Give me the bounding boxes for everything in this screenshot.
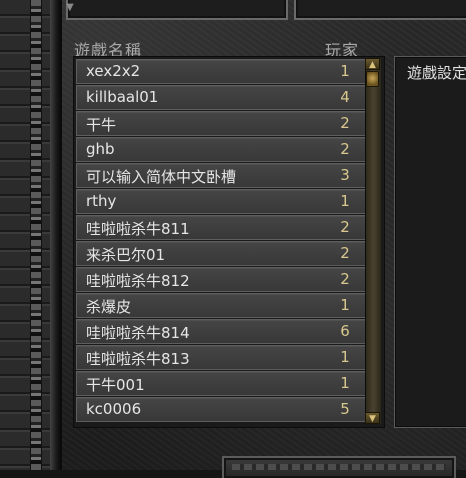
game-name: xex2x2 [86,62,141,80]
top-right-frame [294,0,466,20]
left-chain-decoration [30,0,42,470]
game-row[interactable]: kc0006 5 [76,397,366,422]
player-count: 6 [340,322,350,340]
game-settings-panel: 遊戲設定 [394,56,466,428]
game-row[interactable]: 杀爆皮 1 [76,293,366,318]
player-count: 1 [340,62,350,80]
game-row[interactable]: 哇啦啦杀牛812 2 [76,267,366,292]
player-count: 2 [340,140,350,158]
player-count: 2 [340,270,350,288]
game-name: 干牛 [86,116,117,134]
game-name: 可以输入简体中文卧槽 [86,168,237,186]
player-count: 1 [340,296,350,314]
player-count: 1 [340,192,350,210]
game-name: 哇啦啦杀牛812 [86,272,190,290]
game-row[interactable]: 可以输入简体中文卧槽 3 [76,163,366,188]
scrollbar-track[interactable] [365,58,381,424]
game-name: 干牛001 [86,376,145,394]
top-input-frame[interactable] [66,0,288,20]
player-count: 1 [340,348,350,366]
player-count: 2 [340,244,350,262]
settings-panel-title: 遊戲設定 [407,64,466,82]
scroll-down-arrow-icon[interactable]: ▼ [365,412,380,424]
game-row[interactable]: 干牛001 1 [76,371,366,396]
game-row[interactable]: 哇啦啦杀牛813 1 [76,345,366,370]
player-count: 4 [340,88,350,106]
game-row[interactable]: 来杀巴尔01 2 [76,241,366,266]
game-row[interactable]: rthy 1 [76,189,366,214]
game-row[interactable]: killbaal01 4 [76,85,366,110]
game-name: rthy [86,192,117,210]
game-row[interactable]: 干牛 2 [76,111,366,136]
game-name: 哇啦啦杀牛814 [86,324,190,342]
game-name: 哇啦啦杀牛811 [86,220,190,238]
game-row[interactable]: xex2x2 1 [76,59,366,84]
dropdown-arrow-icon[interactable]: ▼ [66,2,74,13]
game-row[interactable]: ghb 2 [76,137,366,162]
bottom-ornament-plate [222,456,456,478]
player-count: 5 [340,400,350,418]
game-row[interactable]: 哇啦啦杀牛811 2 [76,215,366,240]
scrollbar-thumb[interactable] [366,71,379,87]
player-count: 1 [340,374,350,392]
scroll-up-arrow-icon[interactable]: ▲ [365,58,380,70]
game-name: ghb [86,140,115,158]
player-count: 3 [340,166,350,184]
game-list[interactable]: xex2x2 1 killbaal01 4 干牛 2 ghb 2 可以输入简体中… [73,56,385,428]
game-name: kc0006 [86,400,142,418]
game-name: killbaal01 [86,88,159,106]
game-name: 来杀巴尔01 [86,246,166,264]
game-name: 杀爆皮 [86,298,132,316]
player-count: 2 [340,114,350,132]
left-inner-bevel [50,0,60,470]
game-name: 哇啦啦杀牛813 [86,350,190,368]
game-row[interactable]: 哇啦啦杀牛814 6 [76,319,366,344]
player-count: 2 [340,218,350,236]
